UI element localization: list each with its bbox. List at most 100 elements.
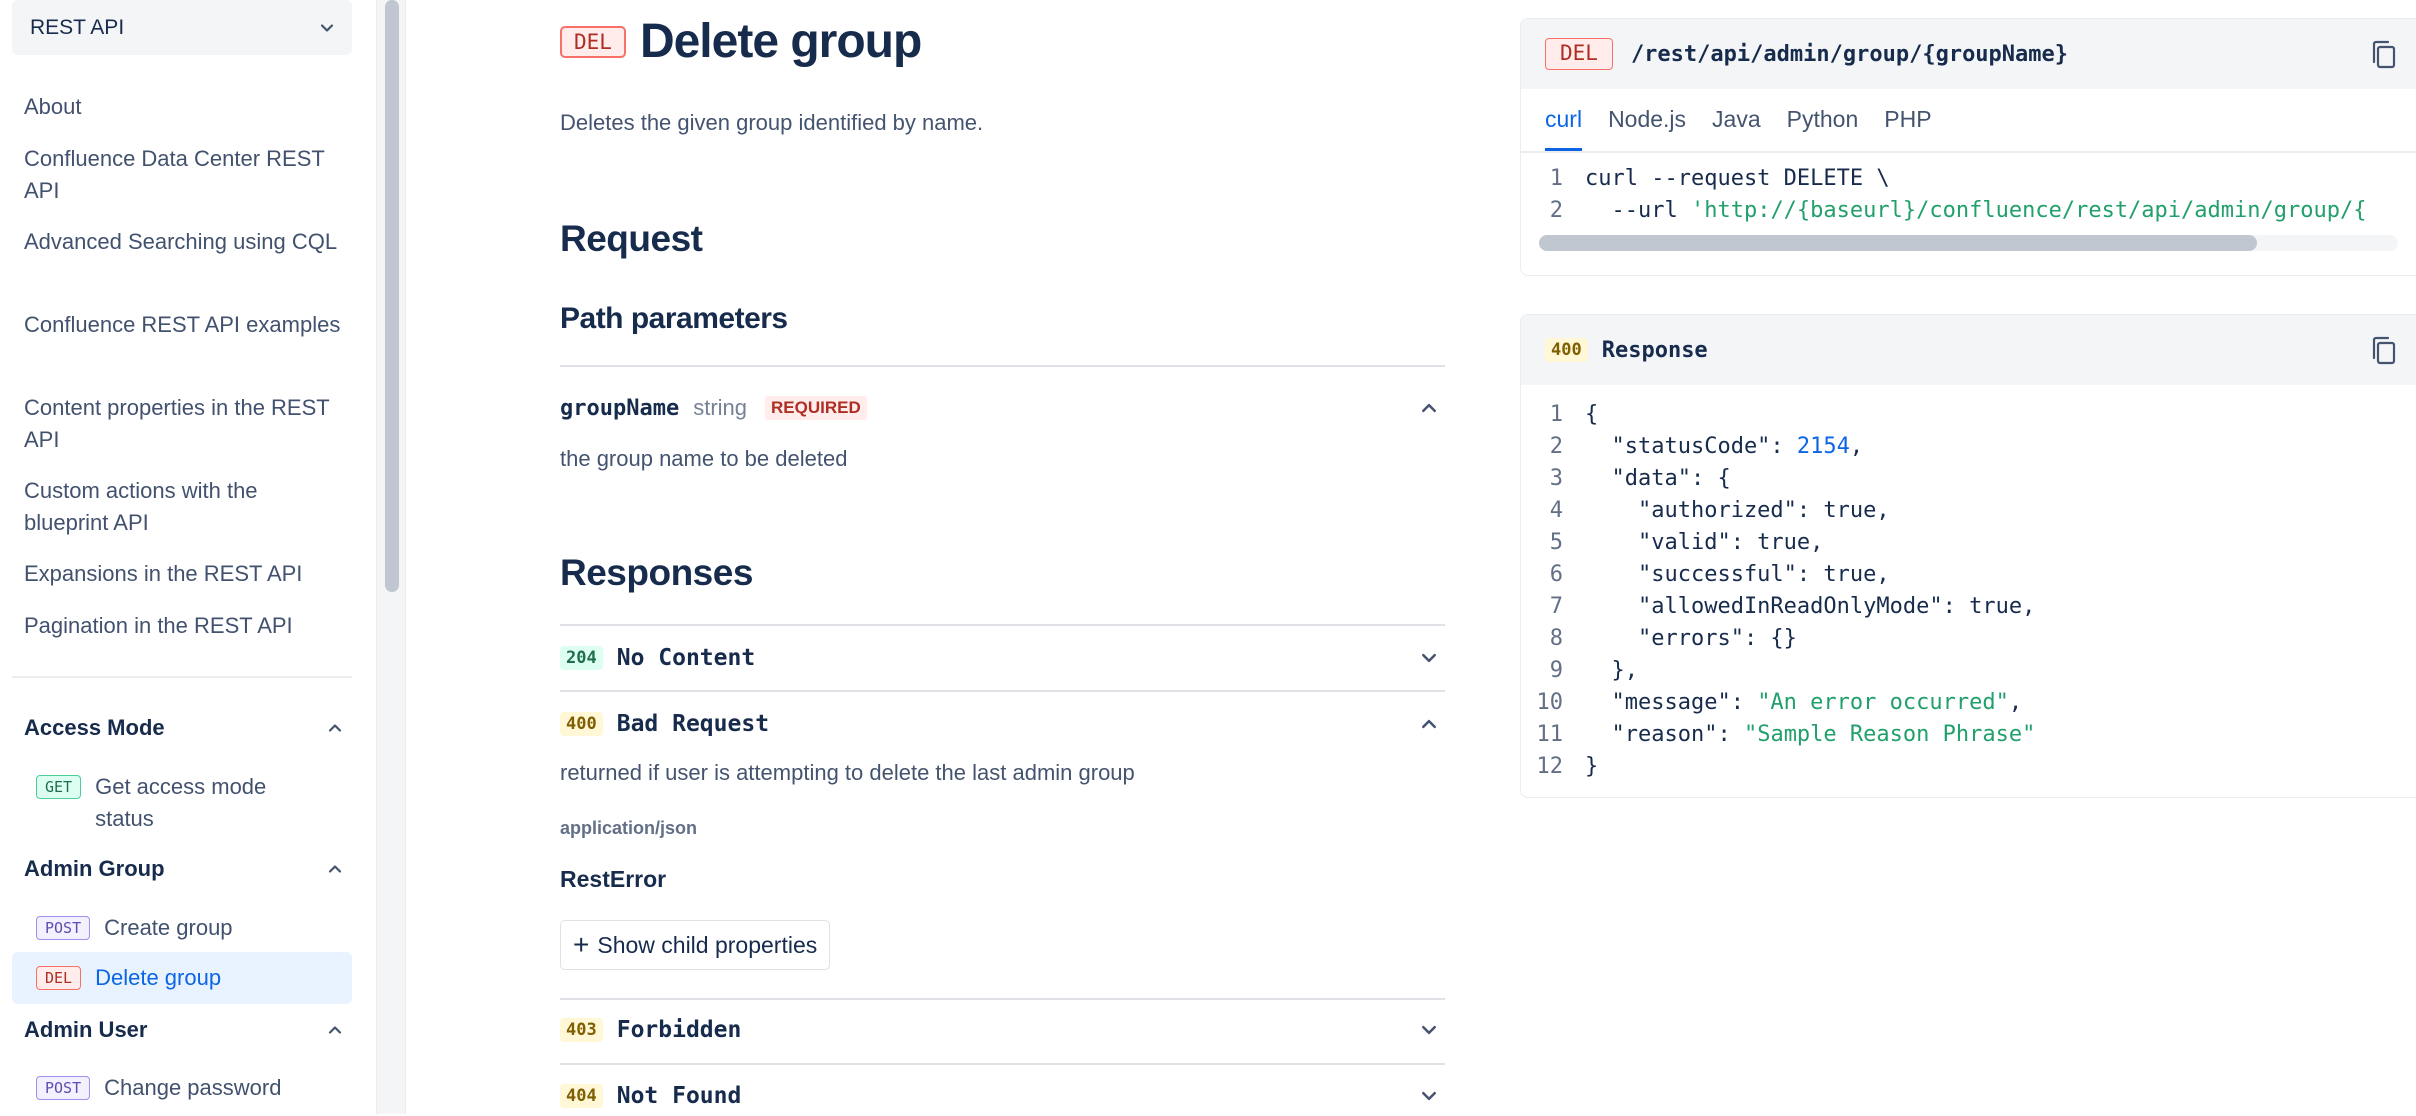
page-title: Delete group <box>639 15 922 68</box>
code-text: "reason": <box>1585 722 1744 747</box>
chevron-down-icon[interactable] <box>1421 1088 1437 1104</box>
tab-java[interactable]: Java <box>1712 106 1761 151</box>
response-code-block: 1{ 2 "statusCode": 2154, 3 "data": { 4 "… <box>1521 385 2416 783</box>
section-title: Access Mode <box>24 715 165 740</box>
response-title: No Content <box>616 645 756 671</box>
code-line: 12} <box>1521 751 2416 783</box>
method-badge: DEL <box>560 25 626 58</box>
show-child-properties-button[interactable]: + Show child properties <box>560 920 831 970</box>
sidebar-item-change-password[interactable]: POST Change password <box>12 1072 352 1104</box>
sidebar-item-create-group[interactable]: POST Create group <box>12 912 352 944</box>
method-badge: POST <box>36 1076 91 1100</box>
sidebar-item-label: Create group <box>104 915 233 940</box>
responses-heading: Responses <box>560 552 753 593</box>
response-title: Bad Request <box>616 711 770 737</box>
sidebar-link-content-properties[interactable]: Content properties in the REST API <box>24 392 344 456</box>
chevron-up-icon[interactable] <box>1421 400 1437 416</box>
sidebar-scrollbar-thumb[interactable] <box>385 0 399 592</box>
number-token: 2154 <box>1796 434 1850 459</box>
tab-php[interactable]: PHP <box>1884 106 1931 151</box>
tab-nodejs[interactable]: Node.js <box>1608 106 1686 151</box>
schema-name: RestError <box>560 866 667 892</box>
code-line: 1{ <box>1521 399 2416 431</box>
line-number: 11 <box>1536 722 1564 747</box>
code-text: --url 'http://{baseurl}/confluence/rest/… <box>1585 198 2367 223</box>
status-badge: 404 <box>560 1084 603 1108</box>
line-number: 5 <box>1549 530 1563 555</box>
method-badge: DEL <box>1545 38 1613 70</box>
api-selector[interactable]: REST API <box>12 0 352 55</box>
sidebar-link-confluence-rest-api[interactable]: Confluence Data Center REST API <box>24 143 344 207</box>
param-type: string <box>693 395 748 420</box>
line-number: 3 <box>1549 466 1563 491</box>
sidebar-link-custom-actions[interactable]: Custom actions with the blueprint API <box>24 475 344 539</box>
sidebar-link-advanced-searching[interactable]: Advanced Searching using CQL <box>24 226 344 258</box>
param-group-name-row[interactable]: groupName string REQUIRED <box>560 390 1445 426</box>
code-text: curl --request DELETE \ <box>1585 166 1890 191</box>
status-badge: 403 <box>560 1018 603 1042</box>
comma: , <box>1849 434 1864 459</box>
section-access-mode[interactable]: Access Mode <box>24 712 342 744</box>
copy-icon[interactable] <box>2370 40 2398 70</box>
section-admin-group[interactable]: Admin Group <box>24 853 342 885</box>
code-line: 1 curl --request DELETE \ <box>1521 163 2416 195</box>
chevron-up-icon[interactable] <box>1421 716 1437 732</box>
method-badge: DEL <box>36 966 82 990</box>
chevron-down-icon <box>320 23 334 32</box>
chevron-down-icon[interactable] <box>1421 1022 1437 1038</box>
response-204-row[interactable]: 204 No Content <box>560 638 1445 678</box>
divider <box>560 624 1445 626</box>
code-text: "statusCode": <box>1585 434 1797 459</box>
divider <box>560 1063 1445 1065</box>
status-badge: 400 <box>1545 338 1588 362</box>
copy-icon[interactable] <box>2370 336 2398 366</box>
line-number: 8 <box>1549 626 1563 651</box>
comma: , <box>2008 690 2023 715</box>
chevron-up-icon <box>328 724 342 732</box>
request-sample-panel: DEL /rest/api/admin/group/{groupName} cu… <box>1520 18 2416 276</box>
tab-curl[interactable]: curl <box>1545 106 1583 151</box>
response-sample-panel: 400 Response 1{ 2 "statusCode": 2154, 3 … <box>1520 314 2416 798</box>
response-400-row[interactable]: 400 Bad Request <box>560 704 1445 744</box>
sidebar-item-get-access-mode[interactable]: GET Get access mode status <box>12 771 352 835</box>
sidebar-link-expansions[interactable]: Expansions in the REST API <box>24 558 344 590</box>
sidebar-item-label: Change password <box>104 1075 282 1100</box>
sidebar-item-label: Get access mode status <box>95 774 267 831</box>
string-token: "An error occurred" <box>1757 690 2009 715</box>
response-404-row[interactable]: 404 Not Found <box>560 1076 1445 1116</box>
divider <box>560 690 1445 692</box>
sidebar-link-about[interactable]: About <box>24 91 344 123</box>
sidebar: REST API About Confluence Data Center RE… <box>0 0 365 1114</box>
section-admin-user[interactable]: Admin User <box>24 1014 342 1046</box>
code-line: 8 "errors": {} <box>1521 623 2416 655</box>
line-number: 2 <box>1549 434 1563 459</box>
page-header: DEL Delete group <box>560 14 922 69</box>
tab-python[interactable]: Python <box>1787 106 1859 151</box>
request-panel-header: DEL /rest/api/admin/group/{groupName} <box>1521 19 2416 89</box>
chevron-down-icon[interactable] <box>1421 650 1437 666</box>
code-horizontal-scrollbar[interactable] <box>1539 235 2398 251</box>
status-badge: 400 <box>560 712 603 736</box>
response-title: Not Found <box>616 1083 742 1109</box>
section-title: Admin User <box>24 1017 148 1042</box>
code-line: 7 "allowedInReadOnlyMode": true, <box>1521 591 2416 623</box>
divider <box>560 998 1445 1000</box>
param-description: the group name to be deleted <box>560 446 848 471</box>
required-badge: REQUIRED <box>765 396 867 420</box>
method-badge: GET <box>36 775 82 799</box>
chevron-up-icon <box>328 1026 342 1034</box>
line-number: 1 <box>1549 166 1563 191</box>
page-description: Deletes the given group identified by na… <box>560 110 984 135</box>
sidebar-item-delete-group[interactable]: DEL Delete group <box>12 952 352 1004</box>
response-403-row[interactable]: 403 Forbidden <box>560 1010 1445 1050</box>
code-scrollbar-thumb[interactable] <box>1539 235 2257 251</box>
sidebar-divider <box>12 676 352 678</box>
code-text: { <box>1585 402 1599 427</box>
request-code-block: 1 curl --request DELETE \ 2 --url 'http:… <box>1521 153 2416 227</box>
line-number: 6 <box>1549 562 1563 587</box>
sidebar-link-rest-examples[interactable]: Confluence REST API examples <box>24 309 344 341</box>
line-number: 4 <box>1549 498 1563 523</box>
code-text: "successful": true, <box>1585 562 1890 587</box>
path-params-heading: Path parameters <box>560 302 788 335</box>
sidebar-link-pagination[interactable]: Pagination in the REST API <box>24 610 344 642</box>
